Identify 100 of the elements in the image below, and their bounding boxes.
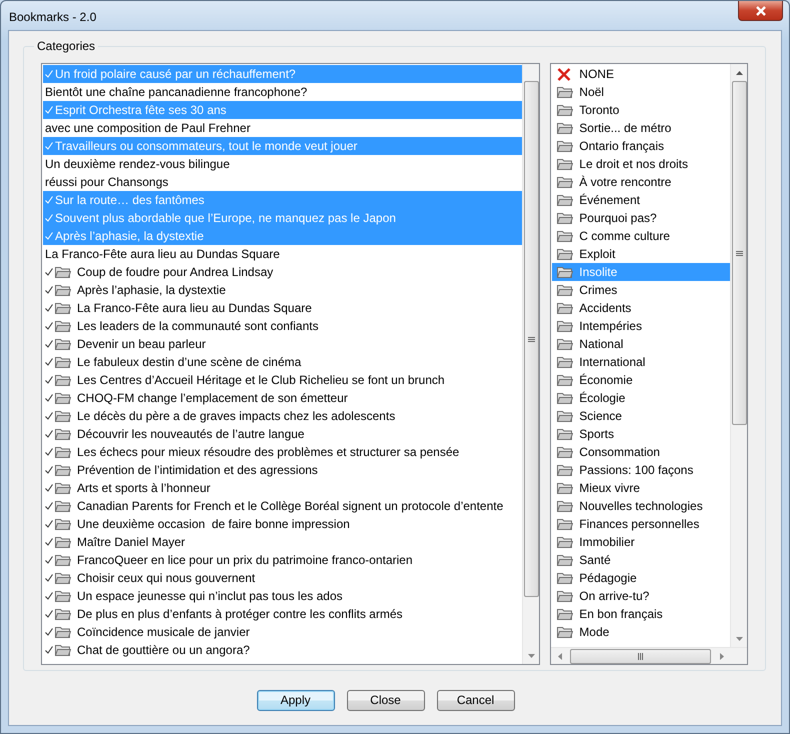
category-item[interactable]: Toronto <box>552 101 730 119</box>
bookmark-item[interactable]: avec une composition de Paul Frehner <box>43 119 522 137</box>
category-item[interactable]: Événement <box>552 191 730 209</box>
bookmark-item[interactable]: Après l’aphasie, la dystextie <box>43 281 522 299</box>
category-item[interactable]: À votre rencontre <box>552 173 730 191</box>
folder-icon <box>557 140 574 152</box>
dialog-button[interactable]: Close <box>346 690 424 711</box>
folder-icon <box>557 554 574 566</box>
bookmark-item[interactable]: Un espace jeunesse qui n’inclut pas tous les ados <box>43 587 522 605</box>
bookmark-item[interactable]: Coïncidence musicale de janvier <box>43 623 522 641</box>
category-item[interactable]: Sortie... de métro <box>552 119 730 137</box>
folder-icon <box>557 86 574 98</box>
bookmark-item[interactable]: Bientôt une chaîne pancanadienne francophone? <box>43 83 522 101</box>
folder-icon <box>557 302 574 314</box>
folder-icon <box>55 572 71 584</box>
folder-icon <box>557 248 574 260</box>
category-item[interactable]: Exploit <box>552 245 730 263</box>
folder-icon <box>557 284 574 296</box>
scrollbar[interactable] <box>551 647 747 664</box>
category-item[interactable]: Nouvelles technologies <box>552 497 730 515</box>
category-item[interactable]: Passions: 100 façons <box>552 461 730 479</box>
folder-icon <box>557 500 574 512</box>
bookmark-item[interactable]: La Franco-Fête aura lieu au Dundas Square <box>43 245 522 263</box>
bookmark-item[interactable]: Coup de foudre pour Andrea Lindsay <box>43 263 522 281</box>
category-item[interactable]: Pourquoi pas? <box>552 209 730 227</box>
bookmark-item[interactable]: Découvrir les nouveautés de l’autre langue <box>43 425 522 443</box>
category-item[interactable]: En bon français <box>552 605 730 623</box>
folder-icon <box>557 338 574 350</box>
category-item[interactable]: NONE <box>552 65 730 83</box>
category-item[interactable]: International <box>552 353 730 371</box>
bookmark-item[interactable]: Prévention de l’intimidation et des agressions <box>43 461 522 479</box>
dialog-button[interactable]: Cancel <box>436 690 514 711</box>
category-item[interactable]: Crimes <box>552 281 730 299</box>
bookmark-item[interactable]: FrancoQueer en lice pour un prix du patrimoine franco-ontarien <box>43 551 522 569</box>
group-label: Categories <box>34 39 98 53</box>
folder-icon <box>557 482 574 494</box>
bookmark-item[interactable]: Un deuxième rendez-vous bilingue <box>43 155 522 173</box>
folder-icon <box>557 590 574 602</box>
folder-icon <box>55 374 71 386</box>
folder-icon <box>55 608 71 620</box>
category-item[interactable]: Mieux vivre <box>552 479 730 497</box>
folder-icon <box>557 356 574 368</box>
bookmark-item[interactable]: Arts et sports à l’honneur <box>43 479 522 497</box>
bookmark-item[interactable]: Les échecs pour mieux résoudre des problèmes et structurer sa pensée <box>43 443 522 461</box>
bookmark-item[interactable]: La Franco-Fête aura lieu au Dundas Square <box>43 299 522 317</box>
folder-icon <box>557 176 574 188</box>
category-item[interactable]: National <box>552 335 730 353</box>
folder-icon <box>557 104 574 116</box>
folder-icon <box>55 536 71 548</box>
bookmark-item[interactable]: CHOQ-FM change l’emplacement de son émetteur <box>43 389 522 407</box>
category-item[interactable]: Ontario français <box>552 137 730 155</box>
bookmark-item[interactable]: Les leaders de la communauté sont confiants <box>43 317 522 335</box>
category-item[interactable]: Économie <box>552 371 730 389</box>
bookmark-item[interactable]: De plus en plus d’enfants à protéger contre les conflits armés <box>43 605 522 623</box>
bookmark-item[interactable]: Canadian Parents for French et le Collège Boréal signent un protocole d’entente <box>43 497 522 515</box>
bookmark-item[interactable]: Maître Daniel Mayer <box>43 533 522 551</box>
folder-icon <box>55 518 71 530</box>
bookmark-item[interactable]: Devenir un beau parleur <box>43 335 522 353</box>
folder-icon <box>557 158 574 170</box>
bookmark-item[interactable]: Choisir ceux qui nous gouvernent <box>43 569 522 587</box>
category-item[interactable]: Écologie <box>552 389 730 407</box>
category-item[interactable]: Le droit et nos droits <box>552 155 730 173</box>
category-item[interactable]: Immobilier <box>552 533 730 551</box>
folder-icon <box>55 392 71 404</box>
bookmark-item[interactable]: Les Centres d’Accueil Héritage et le Club Richelieu se font un brunch <box>43 371 522 389</box>
scrollbar[interactable] <box>522 64 540 664</box>
category-item[interactable]: Consommation <box>552 443 730 461</box>
folder-icon <box>55 320 71 332</box>
bookmark-item[interactable]: réussi pour Chansongs <box>43 173 522 191</box>
bookmark-item[interactable]: Le décès du père a de graves impacts chez les adolescents <box>43 407 522 425</box>
category-item[interactable]: Pédagogie <box>552 569 730 587</box>
folder-icon <box>557 374 574 386</box>
up-arrow-icon <box>736 70 742 74</box>
bookmark-item[interactable]: Chat de gouttière ou un angora? <box>43 641 522 659</box>
category-item[interactable]: C comme culture <box>552 227 730 245</box>
scrollbar[interactable] <box>730 64 747 647</box>
folder-icon <box>557 518 574 530</box>
folder-icon <box>55 428 71 440</box>
bookmark-item[interactable]: Le fabuleux destin d’une scène de cinéma <box>43 353 522 371</box>
folder-icon <box>55 626 71 638</box>
folder-icon <box>557 392 574 404</box>
category-item[interactable]: Accidents <box>552 299 730 317</box>
right-arrow-icon <box>720 652 724 660</box>
close-button[interactable] <box>738 1 783 21</box>
folder-icon <box>557 194 574 206</box>
category-item[interactable]: Santé <box>552 551 730 569</box>
category-item[interactable]: On arrive-tu? <box>552 587 730 605</box>
dialog-button[interactable]: Apply <box>256 690 334 711</box>
bookmark-item[interactable]: Une deuxième occasion de faire bonne impression <box>43 515 522 533</box>
grip-icon <box>736 250 742 256</box>
category-item[interactable]: Noël <box>552 83 730 101</box>
category-item[interactable]: Finances personnelles <box>552 515 730 533</box>
folder-icon <box>557 536 574 548</box>
category-item[interactable]: Sports <box>552 425 730 443</box>
category-item[interactable]: Mode <box>552 623 730 641</box>
category-item[interactable]: Science <box>552 407 730 425</box>
folder-icon <box>55 590 71 602</box>
category-item[interactable]: Intempéries <box>552 317 730 335</box>
x-icon <box>557 68 572 80</box>
folder-icon <box>557 626 574 638</box>
